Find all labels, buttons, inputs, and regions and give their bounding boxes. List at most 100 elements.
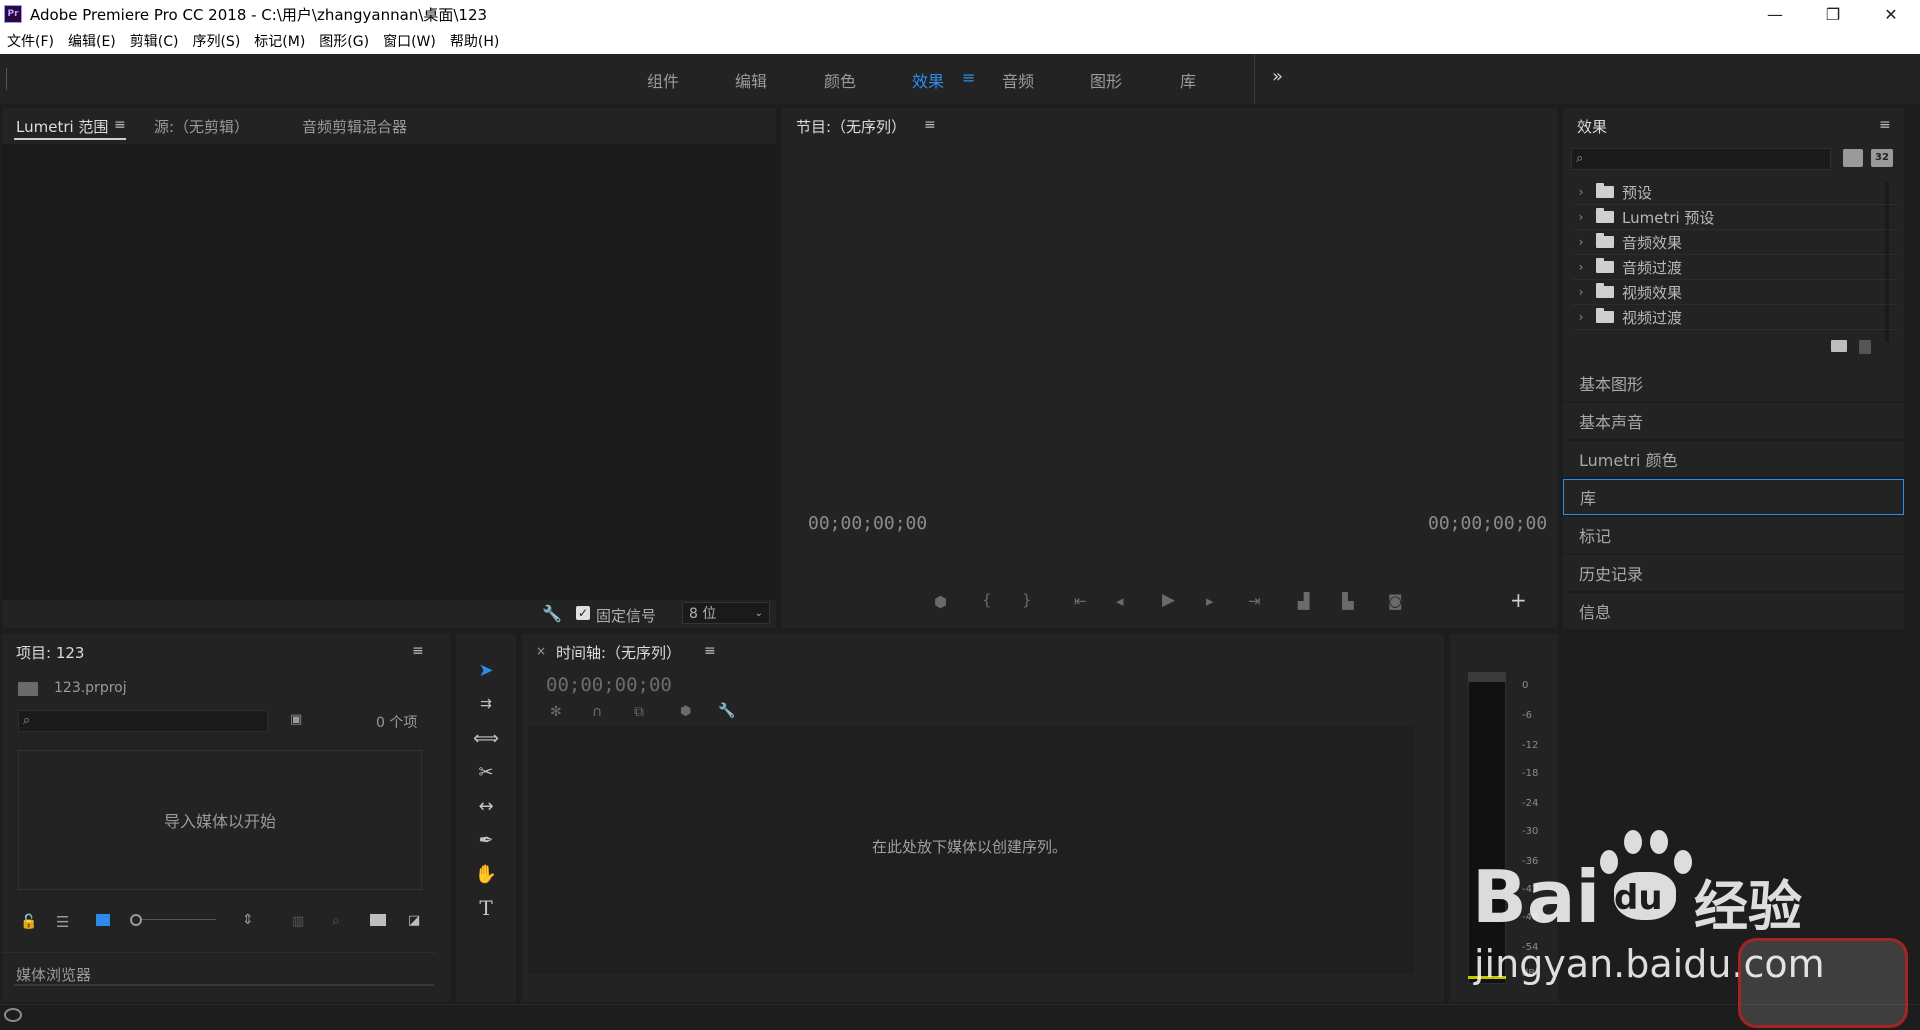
wrench-icon[interactable]: 🔧 bbox=[542, 604, 562, 623]
zoom-slider-handle[interactable] bbox=[130, 914, 142, 926]
workspace-menu-icon[interactable]: ≡ bbox=[962, 68, 975, 87]
program-current-timecode[interactable]: 00;00;00;00 bbox=[808, 513, 927, 534]
effects-item-lumetri-presets[interactable]: › Lumetri 预设 bbox=[1572, 205, 1898, 230]
snap-magnet-icon[interactable]: ∩ bbox=[592, 704, 602, 720]
workspace-tab-libraries[interactable]: 库 bbox=[1180, 68, 1196, 92]
bit-depth-select[interactable]: 8 位 ⌄ bbox=[682, 602, 770, 624]
play-icon[interactable]: ▶ bbox=[1162, 590, 1175, 610]
workspace-tab-color[interactable]: 颜色 bbox=[824, 68, 856, 92]
menu-clip[interactable]: 剪辑(C) bbox=[123, 31, 186, 51]
mark-out-icon[interactable]: } bbox=[1022, 591, 1032, 609]
razor-tool-icon[interactable]: ✂ bbox=[472, 758, 500, 786]
sync-status-icon[interactable] bbox=[4, 1008, 22, 1022]
chevron-right-icon[interactable]: › bbox=[1572, 285, 1590, 299]
go-to-out-icon[interactable]: ⇥ bbox=[1248, 592, 1261, 610]
tab-media-browser[interactable]: 媒体浏览器 bbox=[16, 964, 91, 985]
add-marker-icon[interactable]: ⬢ bbox=[680, 704, 691, 719]
chevron-right-icon[interactable]: › bbox=[1572, 210, 1590, 224]
workspace-tab-graphics[interactable]: 图形 bbox=[1090, 68, 1122, 92]
32bit-effects-icon[interactable]: 32 bbox=[1871, 149, 1893, 167]
go-to-in-icon[interactable]: ⇤ bbox=[1074, 592, 1087, 610]
workspace-tab-effects[interactable]: 效果 bbox=[912, 68, 944, 92]
workspace-tab-editing[interactable]: 编辑 bbox=[735, 68, 767, 92]
effects-item-audio-transitions[interactable]: › 音频过渡 bbox=[1572, 255, 1898, 280]
extract-icon[interactable]: ▙ bbox=[1342, 592, 1354, 610]
menu-file[interactable]: 文件(F) bbox=[0, 31, 61, 51]
timeline-settings-wrench-icon[interactable]: 🔧 bbox=[718, 703, 735, 719]
restore-button[interactable]: ❐ bbox=[1804, 0, 1862, 28]
chevron-right-icon[interactable]: › bbox=[1572, 185, 1590, 199]
new-bin-icon[interactable] bbox=[370, 914, 386, 926]
menu-help[interactable]: 帮助(H) bbox=[443, 31, 506, 51]
panel-essential-graphics[interactable]: 基本图形 bbox=[1563, 365, 1904, 401]
timeline-timecode[interactable]: 00;00;00;00 bbox=[546, 674, 672, 696]
close-tab-icon[interactable]: × bbox=[536, 644, 546, 658]
chevron-right-icon[interactable]: › bbox=[1572, 235, 1590, 249]
project-menu-icon[interactable]: ≡ bbox=[412, 643, 424, 659]
menu-graphics[interactable]: 图形(G) bbox=[312, 31, 376, 51]
program-monitor-title[interactable]: 节目:（无序列） bbox=[796, 116, 906, 137]
list-view-icon[interactable]: ☰ bbox=[56, 913, 69, 931]
panel-libraries[interactable]: 库 bbox=[1563, 479, 1904, 515]
button-editor-plus-icon[interactable]: + bbox=[1510, 588, 1527, 612]
zoom-slider-track[interactable] bbox=[142, 919, 216, 920]
timeline-panel-title[interactable]: 时间轴:（无序列） bbox=[556, 642, 681, 663]
close-button[interactable]: ✕ bbox=[1862, 0, 1920, 28]
peak-indicator[interactable] bbox=[1468, 672, 1506, 682]
project-search-input[interactable]: ⌕ bbox=[18, 710, 268, 732]
automate-to-sequence-icon[interactable]: ▥ bbox=[292, 914, 304, 929]
step-forward-icon[interactable]: ▸ bbox=[1206, 592, 1214, 610]
add-marker-icon[interactable]: ⬢ bbox=[934, 593, 947, 611]
panel-lumetri-color[interactable]: Lumetri 颜色 bbox=[1563, 441, 1904, 477]
tab-lumetri-scopes[interactable]: Lumetri 范围 bbox=[16, 116, 108, 137]
project-empty-dropzone[interactable]: 导入媒体以开始 bbox=[18, 750, 422, 890]
project-panel-title[interactable]: 项目: 123 bbox=[16, 642, 84, 663]
program-menu-icon[interactable]: ≡ bbox=[924, 117, 936, 133]
menu-marker[interactable]: 标记(M) bbox=[247, 31, 312, 51]
workspace-overflow-icon[interactable]: » bbox=[1272, 66, 1283, 87]
find-icon[interactable]: ⌕ bbox=[332, 913, 340, 929]
nest-toggle-icon[interactable]: ✻ bbox=[550, 704, 562, 720]
workspace-tab-assembly[interactable]: 组件 bbox=[647, 68, 679, 92]
panel-info[interactable]: 信息 bbox=[1563, 593, 1904, 629]
lumetri-scopes-menu-icon[interactable]: ≡ bbox=[114, 117, 126, 133]
minimize-button[interactable]: — bbox=[1746, 0, 1804, 28]
effects-item-audio-effects[interactable]: › 音频效果 bbox=[1572, 230, 1898, 255]
effects-item-presets[interactable]: › 预设 bbox=[1572, 180, 1898, 205]
chevron-right-icon[interactable]: › bbox=[1572, 310, 1590, 324]
menu-sequence[interactable]: 序列(S) bbox=[185, 31, 247, 51]
new-item-icon[interactable]: ◪ bbox=[408, 913, 420, 928]
lock-icon[interactable]: 🔓 bbox=[20, 914, 37, 930]
new-search-bin-icon[interactable]: ▣ bbox=[290, 712, 302, 727]
step-back-icon[interactable]: ◂ bbox=[1116, 592, 1124, 610]
menu-window[interactable]: 窗口(W) bbox=[376, 31, 443, 51]
tab-source[interactable]: 源:（无剪辑） bbox=[154, 116, 249, 137]
chevron-right-icon[interactable]: › bbox=[1572, 260, 1590, 274]
track-select-tool-icon[interactable]: ⇉ bbox=[472, 690, 500, 718]
icon-view-icon[interactable] bbox=[96, 914, 110, 926]
export-frame-camera-icon[interactable]: ◙ bbox=[1388, 592, 1403, 610]
timeline-menu-icon[interactable]: ≡ bbox=[704, 643, 716, 659]
effects-item-video-effects[interactable]: › 视频效果 bbox=[1572, 280, 1898, 305]
slip-tool-icon[interactable]: ↔ bbox=[472, 792, 500, 820]
workspace-tab-audio[interactable]: 音频 bbox=[1002, 68, 1034, 92]
effects-panel-title[interactable]: 效果 bbox=[1577, 116, 1607, 137]
linked-selection-icon[interactable]: ⧉ bbox=[634, 704, 644, 720]
pen-tool-icon[interactable]: ✒ bbox=[472, 826, 500, 854]
lift-icon[interactable]: ▟ bbox=[1298, 592, 1310, 610]
fixed-signal-checkbox[interactable]: ✓ bbox=[576, 606, 590, 620]
effects-search-input[interactable]: ⌕ bbox=[1571, 148, 1831, 170]
new-bin-folder-icon[interactable] bbox=[1831, 340, 1847, 352]
panel-essential-sound[interactable]: 基本声音 bbox=[1563, 403, 1904, 439]
effects-menu-icon[interactable]: ≡ bbox=[1879, 117, 1891, 133]
panel-history[interactable]: 历史记录 bbox=[1563, 555, 1904, 591]
trash-icon[interactable] bbox=[1859, 340, 1871, 354]
sort-icon[interactable]: ⇕ bbox=[242, 912, 254, 928]
menu-edit[interactable]: 编辑(E) bbox=[61, 31, 123, 51]
effects-item-video-transitions[interactable]: › 视频过渡 bbox=[1572, 305, 1898, 330]
tab-audio-clip-mixer[interactable]: 音频剪辑混合器 bbox=[302, 116, 407, 137]
accelerated-effects-icon[interactable] bbox=[1843, 149, 1863, 167]
panel-markers[interactable]: 标记 bbox=[1563, 517, 1904, 553]
ripple-edit-tool-icon[interactable]: ⟺ bbox=[472, 724, 500, 752]
type-tool-icon[interactable]: T bbox=[472, 894, 500, 922]
